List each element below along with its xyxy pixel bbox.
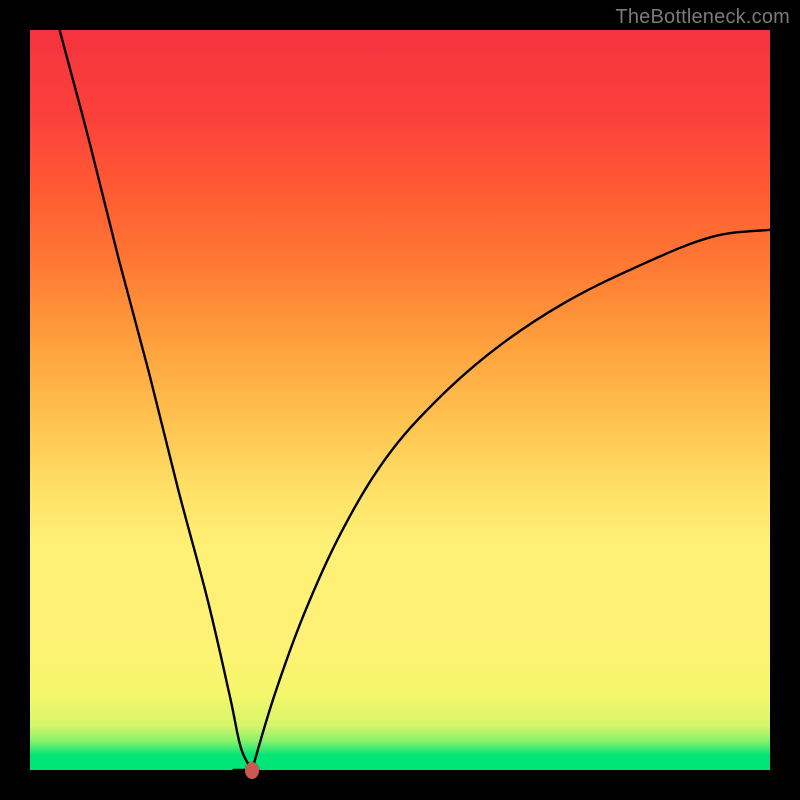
chart-frame: TheBottleneck.com [0, 0, 800, 800]
plot-area [30, 30, 770, 770]
curve-right-branch [252, 230, 770, 770]
bottleneck-curve [30, 30, 770, 770]
minimum-marker [245, 762, 259, 779]
curve-left-branch [60, 30, 252, 770]
watermark-text: TheBottleneck.com [615, 6, 790, 29]
